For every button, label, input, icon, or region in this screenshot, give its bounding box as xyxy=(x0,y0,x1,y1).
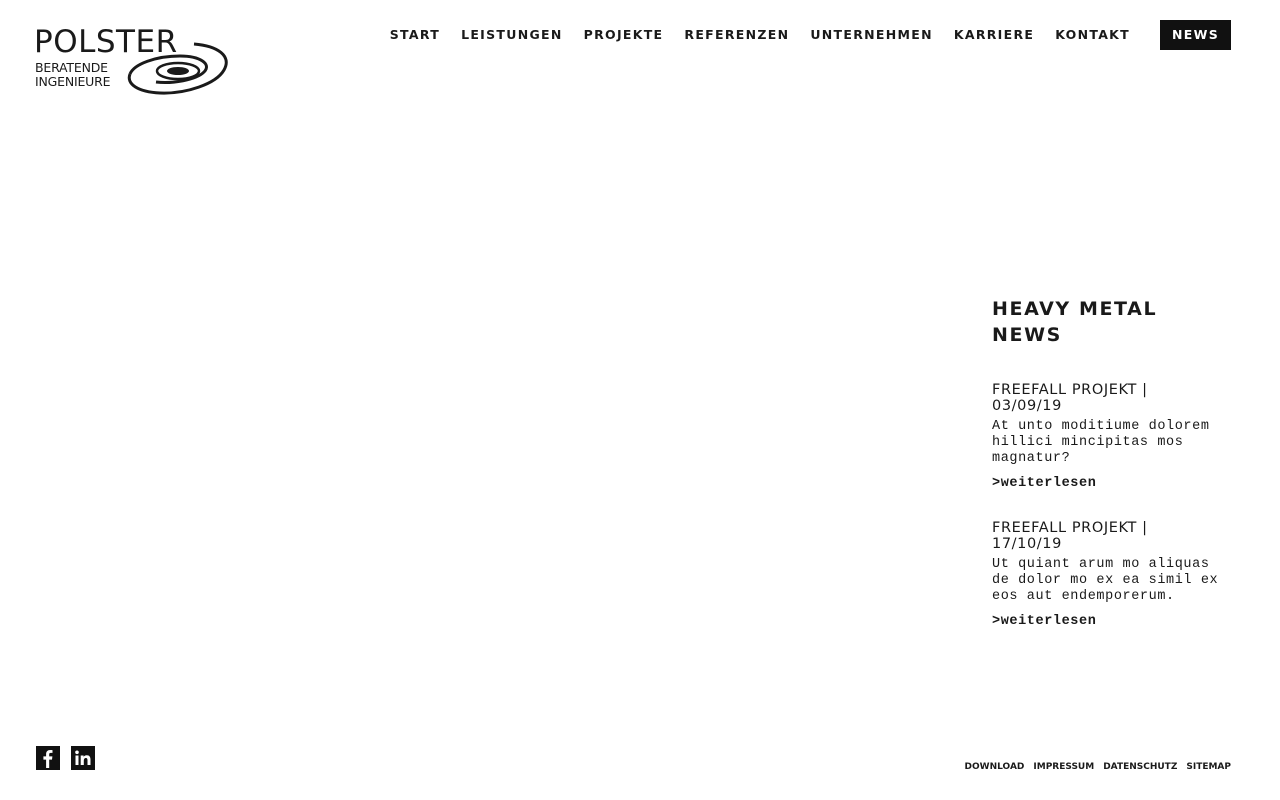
nav-item-news[interactable]: NEWS xyxy=(1160,20,1231,50)
news-item: FREEFALL PROJEKT | 03/09/19 At unto modi… xyxy=(992,382,1222,492)
nav-item-projekte[interactable]: PROJEKTE xyxy=(584,20,664,50)
footer-link-sitemap[interactable]: SITEMAP xyxy=(1186,762,1231,772)
footer-link-impressum[interactable]: IMPRESSUM xyxy=(1033,762,1094,772)
news-section: HEAVY METAL NEWS FREEFALL PROJEKT | 03/0… xyxy=(992,296,1222,658)
footer-link-download[interactable]: DOWNLOAD xyxy=(965,762,1025,772)
logo-subtitle-line2: INGENIEURE xyxy=(35,74,111,89)
news-item-text: Ut quiant arum mo aliquas de dolor mo ex… xyxy=(992,557,1219,604)
logo-subtitle: BERATENDE INGENIEURE xyxy=(35,61,110,89)
logo-subtitle-line1: BERATENDE xyxy=(35,60,108,75)
news-item-title: FREEFALL PROJEKT | 03/09/19 xyxy=(992,382,1148,414)
read-more-link[interactable]: >weiterlesen xyxy=(992,476,1096,491)
nav-item-leistungen[interactable]: LEISTUNGEN xyxy=(461,20,563,50)
nav-item-karriere[interactable]: KARRIERE xyxy=(954,20,1034,50)
news-heading: HEAVY METAL NEWS xyxy=(992,298,1158,346)
linkedin-glyph xyxy=(75,750,91,765)
read-more-link[interactable]: >weiterlesen xyxy=(992,614,1096,629)
page: POLSTER BERATENDE INGENIEURE START LEIST… xyxy=(0,0,1280,800)
social-links xyxy=(36,746,106,770)
footer-link-datenschutz[interactable]: DATENSCHUTZ xyxy=(1103,762,1177,772)
main-nav: START LEISTUNGEN PROJEKTE REFERENZEN UNT… xyxy=(390,20,1231,50)
footer-nav: DOWNLOAD IMPRESSUM DATENSCHUTZ SITEMAP xyxy=(956,762,1231,772)
nav-item-referenzen[interactable]: REFERENZEN xyxy=(684,20,789,50)
news-item-title: FREEFALL PROJEKT | 17/10/19 xyxy=(992,520,1148,552)
facebook-icon[interactable] xyxy=(36,746,60,770)
nav-item-start[interactable]: START xyxy=(390,20,440,50)
news-item-text: At unto moditiume dolorem hillici mincip… xyxy=(992,419,1210,466)
nav-item-unternehmen[interactable]: UNTERNEHMEN xyxy=(810,20,933,50)
nav-item-kontakt[interactable]: KONTAKT xyxy=(1055,20,1130,50)
logo-swirl-icon xyxy=(127,42,228,95)
news-item: FREEFALL PROJEKT | 17/10/19 Ut quiant ar… xyxy=(992,520,1222,630)
linkedin-icon[interactable] xyxy=(71,746,95,770)
facebook-glyph xyxy=(43,750,53,768)
company-logo[interactable]: POLSTER BERATENDE INGENIEURE xyxy=(34,26,234,98)
